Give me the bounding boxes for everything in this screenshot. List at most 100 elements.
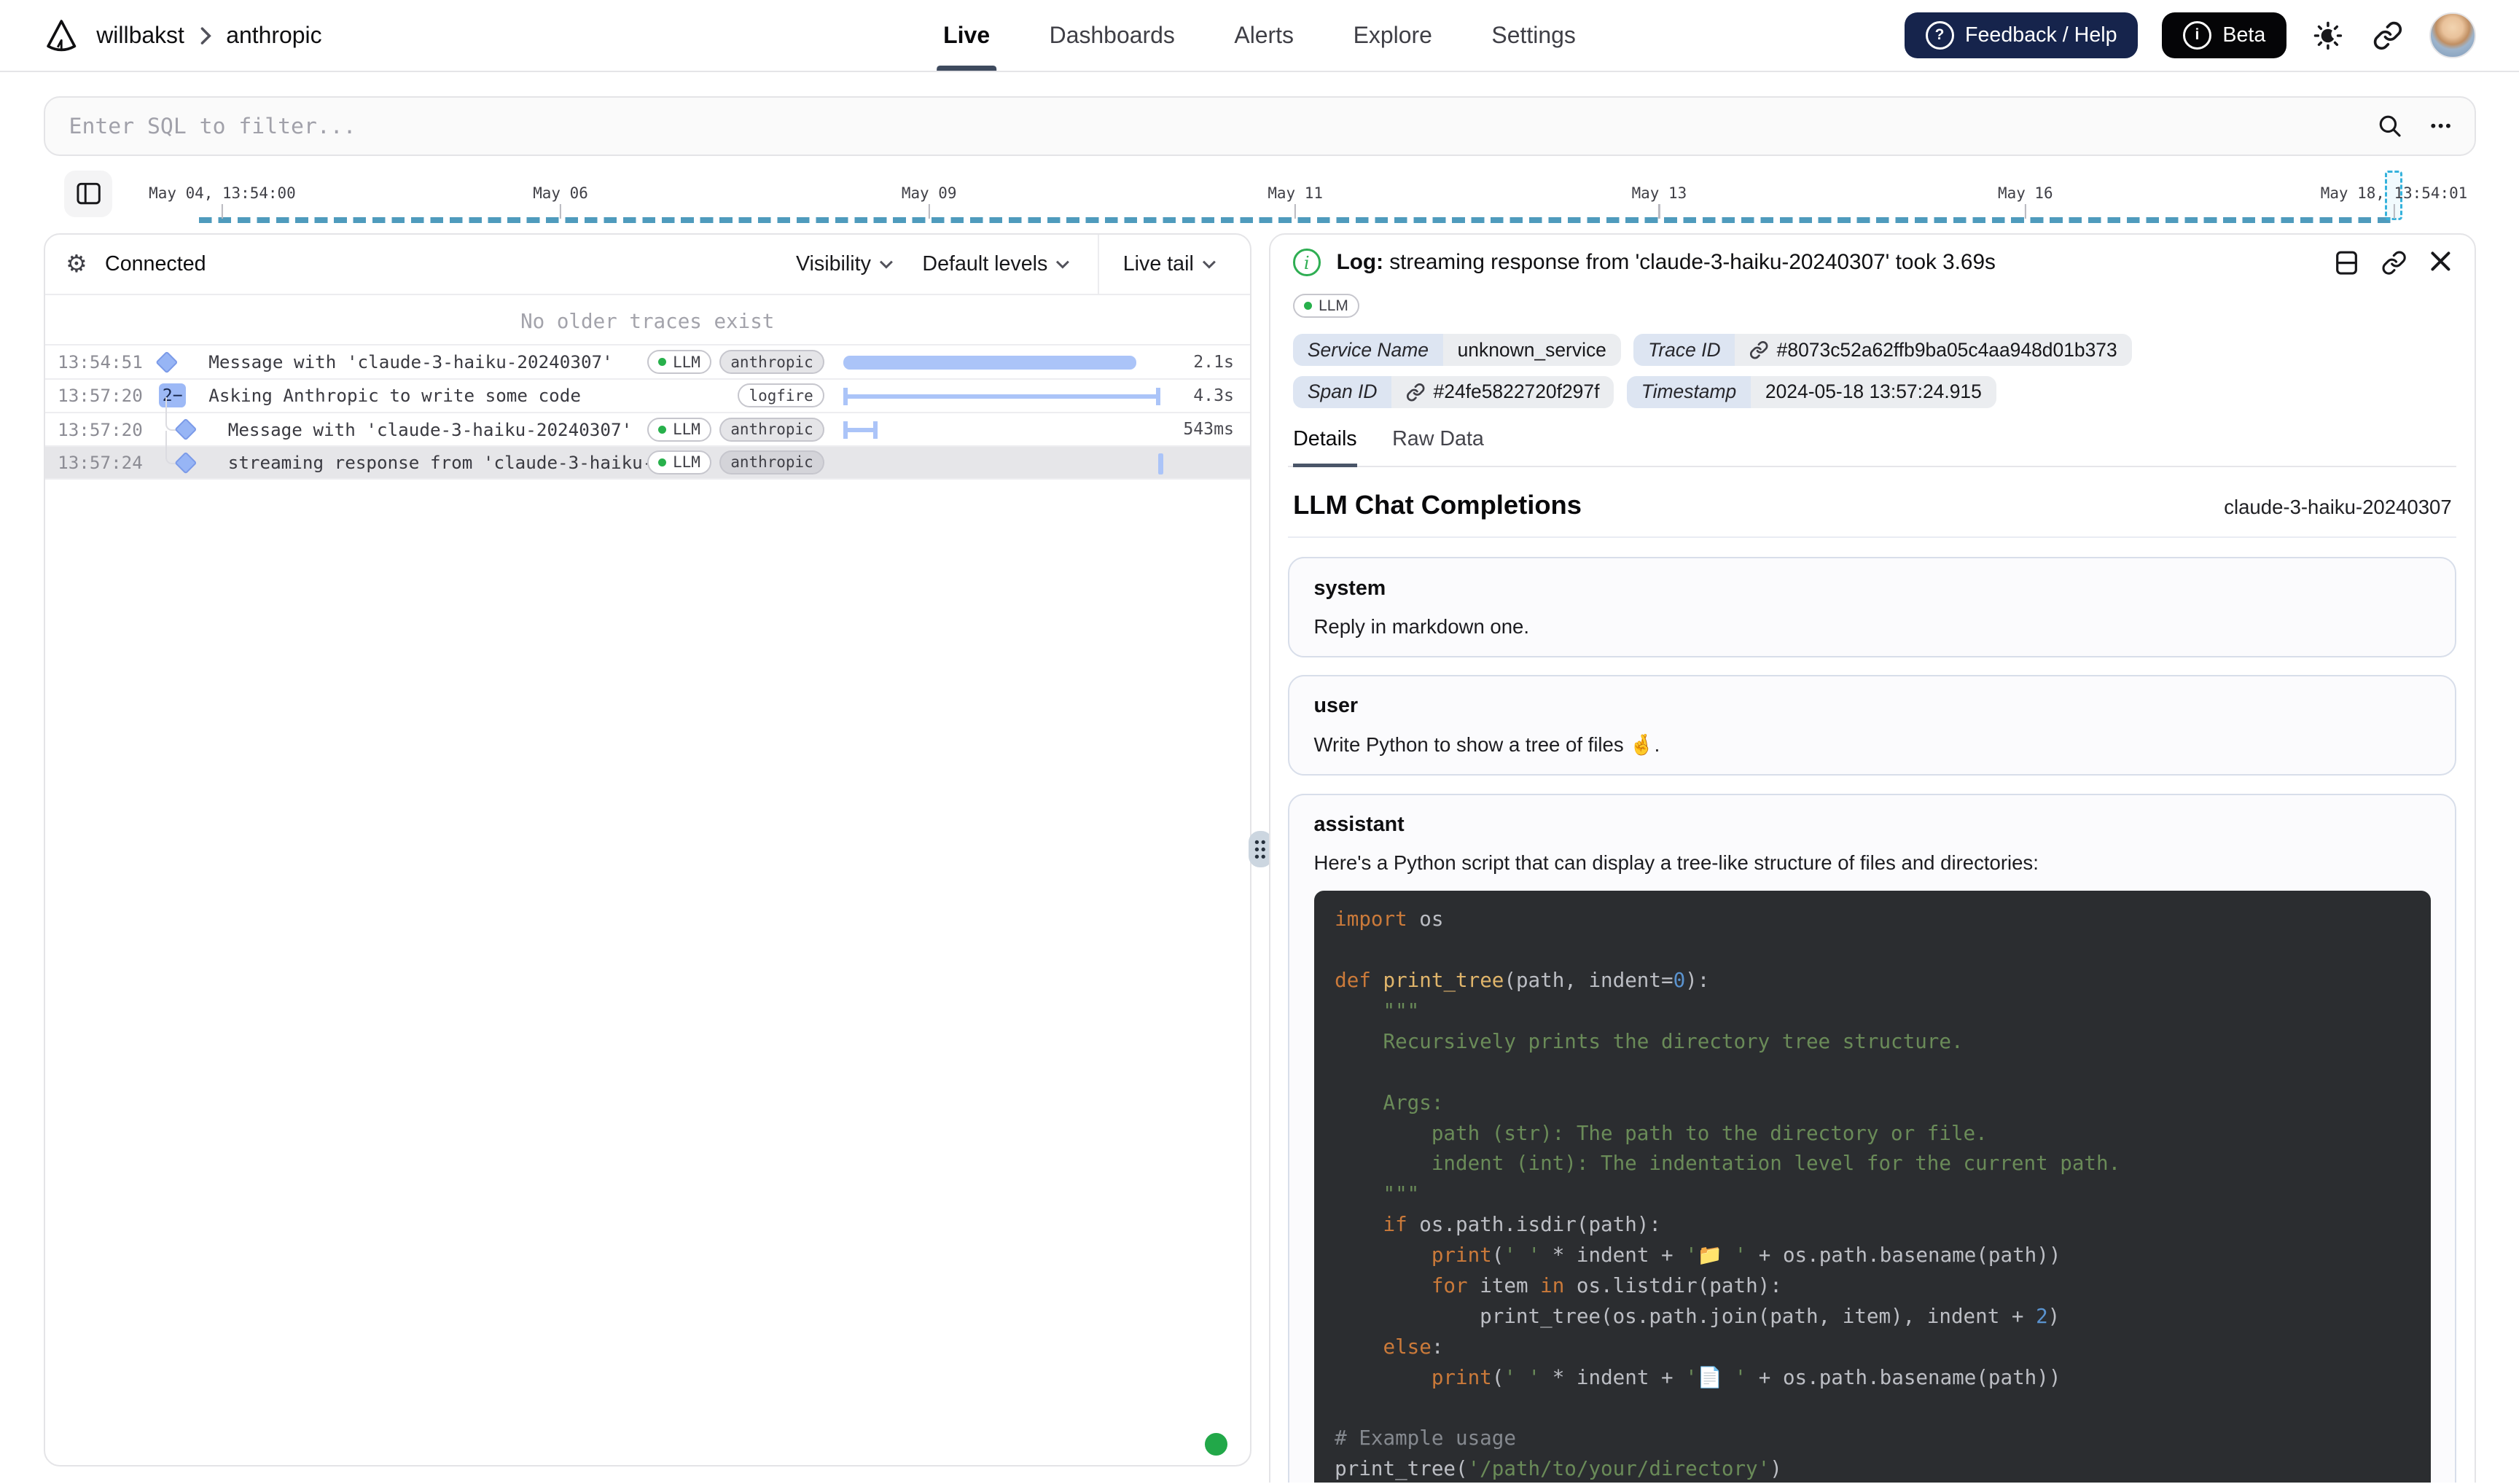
model-name: claude-3-haiku-20240307 (2224, 496, 2451, 519)
trace-row[interactable]: 13:54:51Message with 'claude-3-haiku-202… (45, 344, 1250, 378)
log-attributes: Service Nameunknown_serviceTrace ID#8073… (1288, 334, 2456, 408)
code-token: os.listdir(path): (1564, 1274, 1782, 1297)
section-header: LLM Chat Completions claude-3-haiku-2024… (1288, 490, 2456, 538)
trace-row[interactable]: 13:57:20Message with 'claude-3-haiku-202… (45, 412, 1250, 445)
gear-icon[interactable]: ⚙ (66, 252, 87, 276)
beta-button[interactable]: i Beta (2162, 12, 2286, 59)
message-text: Reply in markdown one. (1314, 615, 2432, 638)
message-role: assistant (1314, 813, 2432, 837)
trace-row-label: Message with 'claude-3-haiku-20240307' (228, 419, 647, 440)
duration-bar-region (843, 345, 1160, 378)
code-line: Args: (1314, 1088, 2432, 1119)
trace-row-duration: 2.1s (1160, 353, 1234, 372)
code-token: indent (int): The indentation level for … (1335, 1152, 2120, 1175)
code-token (1335, 1366, 1432, 1389)
more-options-icon[interactable] (2428, 113, 2453, 138)
trace-row-label: streaming response from 'claude-3-haiku-… (228, 452, 647, 473)
code-token: import (1335, 907, 1407, 931)
timeline-row: May 04, 13:54:00May 06May 09May 11May 13… (44, 167, 2476, 228)
timeline-label: May 18, 13:54:01 (2321, 184, 2468, 202)
timeline-tick (1294, 204, 1296, 219)
code-line (1314, 935, 2432, 966)
code-token: + os.path.basename(path)) (1746, 1366, 2061, 1389)
trace-row[interactable]: 13:57:202−Asking Anthropic to write some… (45, 378, 1250, 412)
app-root: willbakst anthropic Live Dashboards Alerts… (0, 0, 2519, 1483)
tab-dashboards[interactable]: Dashboards (1050, 0, 1175, 71)
copy-link-icon[interactable] (2381, 250, 2407, 276)
trace-row-tags: LLManthropic (647, 350, 824, 374)
default-levels-dropdown[interactable]: Default levels (922, 252, 1070, 276)
user-avatar[interactable] (2429, 12, 2476, 59)
open-docs-icon[interactable] (2335, 250, 2359, 276)
code-line: if os.path.isdir(path): (1314, 1210, 2432, 1241)
tab-explore[interactable]: Explore (1354, 0, 1432, 71)
code-line: for item in os.listdir(path): (1314, 1271, 2432, 1302)
green-dot-icon (658, 358, 666, 366)
code-token: for (1432, 1274, 1468, 1297)
attribute-value[interactable]: #8073c52a62ffb9ba05c4aa948d01b373 (1735, 334, 2131, 366)
code-token: ' ' (1504, 1366, 1540, 1389)
theme-toggle-icon[interactable] (2311, 17, 2346, 52)
feedback-help-button[interactable]: ? Feedback / Help (1905, 12, 2138, 59)
duration-bar (843, 388, 1160, 405)
live-tail-dropdown[interactable]: Live tail (1098, 235, 1250, 294)
code-token: ) (2048, 1305, 2061, 1328)
chevron-down-icon (879, 259, 894, 269)
trace-row[interactable]: 13:57:24streaming response from 'claude-… (45, 445, 1250, 479)
timeline-tick (929, 204, 930, 219)
code-line: Recursively prints the directory tree st… (1314, 1027, 2432, 1058)
search-icon[interactable] (2376, 112, 2403, 139)
code-token: ' ' (1504, 1243, 1540, 1267)
message-role: system (1314, 577, 2432, 601)
timeline-label: May 04, 13:54:00 (149, 184, 296, 202)
duration-bar-region (843, 447, 1160, 477)
breadcrumb-org[interactable]: willbakst (96, 22, 184, 49)
code-token: print_tree (1383, 969, 1504, 992)
tab-settings[interactable]: Settings (1491, 0, 1575, 71)
tab-raw-data[interactable]: Raw Data (1392, 427, 1484, 466)
code-token: Recursively prints the directory tree st… (1335, 1030, 1963, 1053)
tag-label: anthropic (730, 421, 813, 438)
attribute-label: Trace ID (1633, 334, 1735, 366)
code-token: '📄 ' (1685, 1366, 1746, 1389)
timeline-tick (2393, 204, 2394, 219)
attribute-value[interactable]: #24fe5822720f297f (1391, 376, 1614, 408)
tab-alerts[interactable]: Alerts (1234, 0, 1294, 71)
close-icon[interactable] (2429, 250, 2452, 276)
code-token: print (1432, 1366, 1492, 1389)
trace-row-marker (148, 413, 216, 445)
message-text: Write Python to show a tree of files 🤞. (1314, 733, 2432, 757)
traces-controls: Visibility Default levels Live tail (796, 235, 1250, 294)
duration-bar-region (843, 413, 1160, 445)
tag-pill-anthropic: anthropic (719, 418, 824, 442)
tag-pill-llm: LLM (647, 350, 711, 374)
live-indicator-dot (1205, 1433, 1227, 1456)
code-token: '📁 ' (1685, 1243, 1746, 1267)
tab-details[interactable]: Details (1293, 427, 1357, 466)
code-token: print_tree( (1335, 1457, 1467, 1480)
sql-filter-input[interactable] (66, 112, 2376, 140)
sidebar-toggle-icon[interactable] (64, 171, 112, 217)
attribute-value-text: unknown_service (1458, 339, 1606, 362)
code-token: ) (1770, 1457, 1782, 1480)
breadcrumb-project[interactable]: anthropic (226, 22, 321, 49)
link-icon (1749, 340, 1768, 359)
code-line: print(' ' * indent + '📁 ' + os.path.base… (1314, 1241, 2432, 1271)
code-token: '/path/to/your/directory' (1468, 1457, 1770, 1480)
share-link-icon[interactable] (2370, 17, 2405, 52)
code-token: """ (1335, 1182, 1419, 1206)
timeline-track[interactable]: May 04, 13:54:00May 06May 09May 11May 13… (143, 167, 2475, 228)
log-detail-panel: i Log: streaming response from 'claude-3… (1269, 233, 2475, 1483)
code-line: print_tree('/path/to/your/directory') (1314, 1454, 2432, 1483)
tab-live[interactable]: Live (943, 0, 990, 71)
duration-bar (843, 421, 877, 439)
logfire-logo-icon[interactable] (44, 17, 79, 52)
log-title: Log: streaming response from 'claude-3-h… (1337, 250, 1996, 275)
visibility-dropdown[interactable]: Visibility (796, 252, 894, 276)
attribute-value-text: #8073c52a62ffb9ba05c4aa948d01b373 (1777, 339, 2117, 362)
sql-bar-icons (2376, 112, 2453, 139)
trace-row-marker (148, 345, 196, 378)
code-token: item (1468, 1274, 1541, 1297)
timeline-label: May 09 (902, 184, 957, 202)
timeline-tick (2025, 204, 2026, 219)
